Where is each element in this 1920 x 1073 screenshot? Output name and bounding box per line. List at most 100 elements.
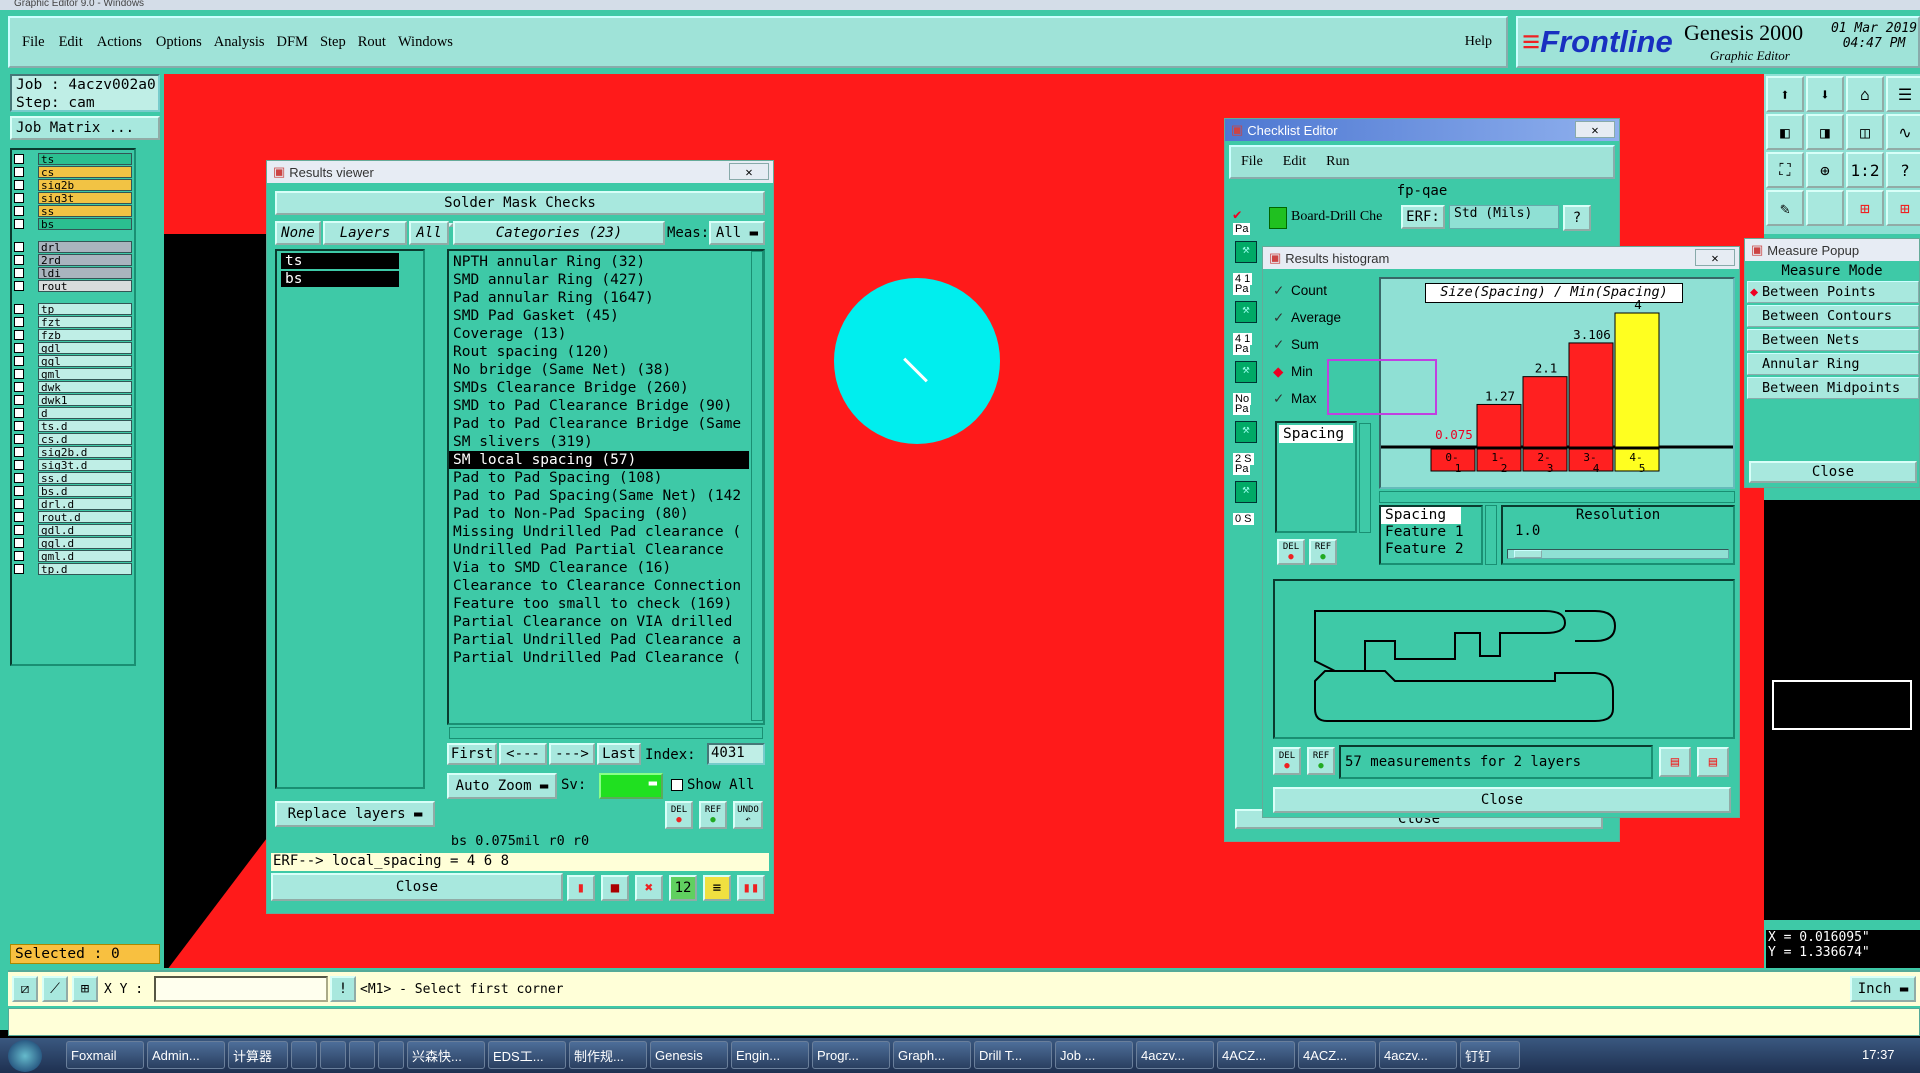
taskbar-item[interactable]: 4aczv... [1136, 1041, 1214, 1069]
layer-row-cs.d[interactable]: cs.d [14, 432, 134, 445]
category-item[interactable]: Coverage (13) [449, 325, 749, 343]
checklist-row[interactable]: ⚒ Pa [1233, 283, 1259, 327]
blank-icon[interactable] [1806, 190, 1844, 226]
unit-select[interactable]: Inch ▬ [1850, 976, 1916, 1002]
layer-checkbox[interactable] [14, 303, 24, 314]
category-item[interactable]: SM slivers (319) [449, 433, 749, 451]
layer-row-gml.d[interactable]: gml.d [14, 549, 134, 562]
taskbar-item[interactable] [320, 1041, 346, 1069]
histogram-close-icon[interactable]: ✕ [1695, 249, 1735, 266]
checklist-row[interactable]: ⚒ Pa [1233, 223, 1259, 267]
check-icon[interactable]: ⚒ [1235, 241, 1257, 263]
job-matrix-button[interactable]: Job Matrix ... [10, 116, 160, 140]
report-icon[interactable]: ≡ [703, 875, 731, 901]
layer-checkbox[interactable] [14, 205, 24, 216]
layer-row-ts.d[interactable]: ts.d [14, 419, 134, 432]
ref-button[interactable]: REF ● [699, 801, 727, 829]
check-icon[interactable]: ⚒ [1235, 301, 1257, 323]
layer-checkbox[interactable] [14, 153, 24, 164]
layer-checkbox[interactable] [14, 446, 24, 457]
layer-name[interactable]: gml.d [38, 549, 132, 562]
field-list-scrollbar[interactable] [1359, 423, 1371, 533]
zoom-tool-icon[interactable]: ⧄ [12, 976, 38, 1002]
layer-name[interactable]: ss [38, 204, 132, 217]
layer-row-gml[interactable]: gml [14, 367, 134, 380]
layer-name[interactable]: sig3t [38, 191, 132, 204]
layer-checkbox[interactable] [14, 192, 24, 203]
layer-name[interactable]: d [38, 406, 132, 419]
measure-close-button[interactable]: Close [1749, 461, 1917, 483]
hist-del-button[interactable]: DEL ● [1277, 539, 1305, 565]
snap-icon[interactable]: ⊞ [1846, 190, 1884, 226]
grid-tool-icon[interactable]: ⊞ [72, 976, 98, 1002]
menu-file[interactable]: File [22, 34, 45, 51]
layer-checkbox[interactable] [14, 433, 24, 444]
split-icon[interactable]: ◫ [1846, 114, 1884, 150]
category-item[interactable]: Partial Undrilled Pad Clearance ( [449, 649, 749, 667]
erf-button[interactable]: ERF: [1401, 205, 1445, 229]
undo-button[interactable]: UNDO ↶ [733, 801, 763, 829]
layer-name[interactable]: ldi [38, 266, 132, 279]
category-item[interactable]: Undrilled Pad Partial Clearance [449, 541, 749, 559]
erf-value[interactable]: Std (Mils) [1449, 205, 1559, 229]
layer-row-ggl.d[interactable]: ggl.d [14, 536, 134, 549]
layer-checkbox[interactable] [14, 241, 24, 252]
menu-options[interactable]: Options [156, 34, 202, 51]
checklist-menu-file[interactable]: File [1241, 154, 1263, 170]
layer-row-drl[interactable]: drl [14, 240, 134, 253]
category-item[interactable]: SMD to Pad Clearance Bridge (90) [449, 397, 749, 415]
layer-row-sig2b[interactable]: sig2b [14, 178, 134, 191]
layer-checkbox[interactable] [14, 166, 24, 177]
result-layer-item[interactable]: ts [281, 253, 399, 269]
next-button[interactable]: ---> [549, 743, 595, 765]
check-icon[interactable]: ✓ [1273, 310, 1291, 326]
hist-field[interactable]: Spacing [1381, 507, 1461, 524]
category-item[interactable]: Pad to Non-Pad Spacing (80) [449, 505, 749, 523]
measure-item[interactable]: Between Midpoints [1747, 377, 1919, 399]
layer-name[interactable]: tp [38, 302, 132, 315]
taskbar-item[interactable]: 4ACZ... [1298, 1041, 1376, 1069]
layer-name[interactable]: ggl [38, 354, 132, 367]
layer-name[interactable]: gdl.d [38, 523, 132, 536]
resolution-slider[interactable] [1507, 549, 1729, 559]
taskbar-item[interactable]: Progr... [812, 1041, 890, 1069]
wave-icon[interactable]: ∿ [1886, 114, 1920, 150]
menu-analysis[interactable]: Analysis [214, 34, 265, 51]
del-button[interactable]: DEL ● [665, 801, 693, 829]
layer-row-fzt[interactable]: fzt [14, 315, 134, 328]
layer-name[interactable]: tp.d [38, 562, 132, 575]
layer-checkbox[interactable] [14, 420, 24, 431]
categories-header[interactable]: Categories (23) [453, 221, 665, 245]
layer-checkbox[interactable] [14, 381, 24, 392]
layer-checkbox[interactable] [14, 550, 24, 561]
meas-select[interactable]: All ▬ [709, 221, 765, 245]
layer-name[interactable]: drl.d [38, 497, 132, 510]
category-item[interactable]: No bridge (Same Net) (38) [449, 361, 749, 379]
help-menu[interactable]: Help [1465, 34, 1492, 50]
lines-icon[interactable]: ☰ [1886, 76, 1920, 112]
layer-name[interactable]: dwk1 [38, 393, 132, 406]
layer-row-ss[interactable]: ss [14, 204, 134, 217]
layer-checkbox[interactable] [14, 485, 24, 496]
taskbar-item[interactable]: 4aczv... [1379, 1041, 1457, 1069]
category-item[interactable]: Clearance to Clearance Connection [449, 577, 749, 595]
layer-row-sig2b.d[interactable]: sig2b.d [14, 445, 134, 458]
layer-row-cs[interactable]: cs [14, 165, 134, 178]
prev-button[interactable]: <--- [499, 743, 547, 765]
hist-field[interactable]: Feature 1 [1381, 524, 1481, 541]
layer-name[interactable]: 2rd [38, 253, 132, 266]
check-icon[interactable]: ✓ [1273, 337, 1291, 353]
none-button[interactable]: None [275, 221, 321, 245]
layer-name[interactable]: ggl.d [38, 536, 132, 549]
layer-name[interactable]: rout.d [38, 510, 132, 523]
first-button[interactable]: First [447, 743, 497, 765]
results-close-button[interactable]: Close [271, 873, 563, 901]
taskbar-item[interactable]: Foxmail [66, 1041, 144, 1069]
check-icon[interactable]: ✓ [1273, 283, 1291, 299]
layer-row-ss.d[interactable]: ss.d [14, 471, 134, 484]
layer-checkbox[interactable] [14, 537, 24, 548]
taskbar-item[interactable]: Graph... [893, 1041, 971, 1069]
layer-row-ldi[interactable]: ldi [14, 266, 134, 279]
preview-ref-button[interactable]: REF ● [1307, 747, 1335, 775]
preview-del-button[interactable]: DEL ● [1273, 747, 1301, 775]
